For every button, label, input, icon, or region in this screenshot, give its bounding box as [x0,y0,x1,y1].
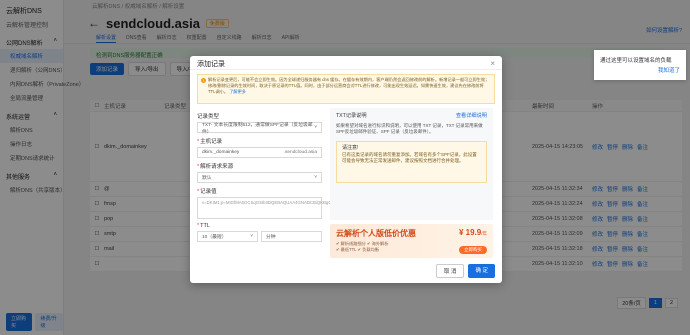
promo-price: ¥ 19.9/年 [458,228,487,237]
warning-icon: ! [201,78,206,83]
ttl-select[interactable]: 10（最短） ˅ [197,231,258,242]
record-type-label: 记录类型 [197,114,220,120]
note-body: 已有这类记录的域名请勿重复添加。若域名有多个SPF记录，此设置可能会导致无法正常… [342,152,477,163]
ttl-label: *TTL [197,223,210,229]
close-icon[interactable]: × [490,59,495,68]
line-label: *解析请求来源 [197,164,234,170]
ttl-row: 10（最短） ˅ 分钟 [197,231,322,242]
chevron-down-icon: ˅ [314,175,317,180]
learn-more-link[interactable]: 了解更多 [229,89,246,94]
note-title: 请注意! [342,145,359,151]
dialog-header: 添加记录 × [190,56,502,70]
confirm-button[interactable]: 确 定 [468,264,495,278]
chevron-down-icon: ˅ [250,234,253,239]
help-panel-header: TXT记录说明 查看详细说明 [336,112,487,119]
ttl-unit-select[interactable]: 分钟 [261,231,322,242]
host-label: *主机记录 [197,139,223,145]
guide-tooltip: 通过这里可以设置域名的负载 我知道了 [594,50,686,80]
domain-suffix: .sendcloud.asia [283,150,317,155]
ttl-warning: ! 解析记录变更后，可能不会立即生效。因为全球递归服务器有 dns 缓存。在缓存… [197,74,495,104]
dialog-title: 添加记录 [197,61,225,68]
tooltip-text: 通过这里可以设置域名的负载 [600,58,672,64]
tooltip-dismiss-link[interactable]: 我知道了 [600,66,680,74]
promo-buy-button[interactable]: 立即购买 [459,246,487,254]
record-type-select[interactable]: TXT- 文本长度限制512，通常做SPF记录（反垃圾邮件） ˅ [197,122,322,135]
txt-help-panel: TXT记录说明 查看详细说明 如果希望对域名进行标识和说明，可以使用 TXT 记… [330,108,493,220]
promo-banner[interactable]: 云解析个人版低价优惠 ✔ 解析线路细分 ✔ 海外解析 ✔ 最低TTL ✔ 负载均… [330,224,493,258]
warning-text: 解析记录变更后，可能不会立即生效。因为全球递归服务器有 dns 缓存。在缓存有效… [208,77,490,94]
help-panel-title: TXT记录说明 [336,113,367,119]
line-select[interactable]: 默认 ˅ [197,172,322,183]
view-details-link[interactable]: 查看详细说明 [456,112,487,119]
value-input[interactable]: v=DKIM1;p=MIGfMA0GCSqGSIb3DQEBAQUAA4GNAD… [197,197,332,219]
host-input[interactable]: dkim._domainkey .sendcloud.asia [197,147,322,158]
cancel-button[interactable]: 取 消 [435,264,465,278]
dialog-footer: 取 消 确 定 [435,264,495,278]
record-form: 记录类型 TXT- 文本长度限制512，通常做SPF记录（反垃圾邮件） ˅ *主机… [197,108,332,242]
chevron-down-icon: ˅ [314,125,317,130]
add-record-dialog: 添加记录 × ! 解析记录变更后，可能不会立即生效。因为全球递归服务器有 dns… [190,56,502,283]
attention-note: 请注意! 已有这类记录的域名请勿重复添加。若域名有多个SPF记录，此设置可能会导… [336,141,487,183]
value-label: *记录值 [197,189,217,195]
help-panel-body: 如果希望对域名进行标识和说明，可以使用 TXT 记录，TXT 记录常用来做SPF… [336,123,483,134]
